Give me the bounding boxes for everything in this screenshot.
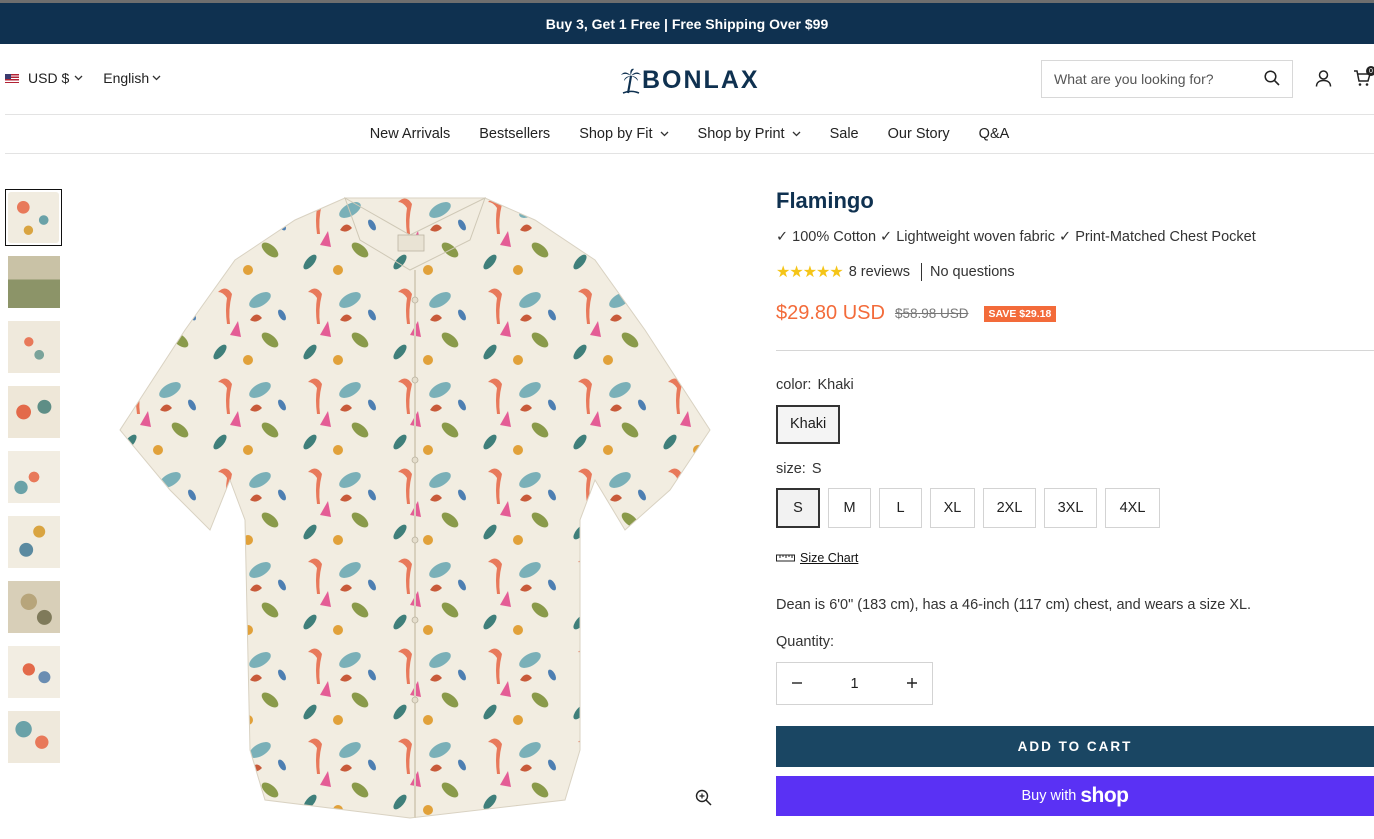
cart-count-badge: 0	[1366, 66, 1374, 76]
main-navigation: New Arrivals Bestsellers Shop by Fit Sho…	[5, 114, 1374, 154]
thumbnail-image[interactable]	[8, 516, 60, 568]
language-selector[interactable]: English	[103, 70, 161, 86]
product-info: Flamingo ✓ 100% Cotton ✓ Lightweight wov…	[776, 186, 1374, 816]
search-box	[1041, 60, 1293, 98]
buy-with-label: Buy with	[1021, 788, 1077, 804]
price-row: $29.80 USD $58.98 USD SAVE $29.18	[776, 302, 1374, 325]
add-to-cart-label: ADD TO CART	[1017, 739, 1133, 754]
star-icon: ★	[789, 264, 803, 281]
nav-item-label: Shop by Fit	[579, 126, 653, 142]
announcement-text: Buy 3, Get 1 Free | Free Shipping Over $…	[545, 15, 829, 32]
site-logo[interactable]: BONLAX	[621, 66, 760, 95]
size-option-xl[interactable]: XL	[930, 488, 975, 528]
sale-price: $29.80 USD	[776, 302, 885, 324]
palm-tree-icon	[621, 68, 641, 94]
thumbnail-image[interactable]	[8, 386, 60, 438]
size-option-s[interactable]: S	[776, 488, 820, 528]
nav-item-qa[interactable]: Q&A	[979, 126, 1010, 142]
color-selected-value: Khaki	[817, 377, 854, 393]
zoom-icon[interactable]	[695, 789, 712, 811]
save-badge: SAVE $29.18	[983, 305, 1057, 322]
size-option-4xl[interactable]: 4XL	[1105, 488, 1160, 528]
product-features: ✓ 100% Cotton ✓ Lightweight woven fabric…	[776, 229, 1256, 245]
thumbnail-image[interactable]	[8, 646, 60, 698]
star-icon: ★	[816, 264, 830, 281]
reviews-link[interactable]: 8 reviews	[849, 264, 910, 280]
star-icon: ★	[776, 264, 790, 281]
star-icon: ★	[802, 264, 817, 281]
currency-label: USD $	[28, 70, 70, 86]
nav-item-bestsellers[interactable]: Bestsellers	[479, 126, 550, 142]
size-label: size:	[776, 461, 806, 477]
product-title: Flamingo	[776, 188, 874, 213]
quantity-stepper: 1	[776, 662, 933, 705]
nav-item-new-arrivals[interactable]: New Arrivals	[370, 126, 451, 142]
fit-note: Dean is 6'0" (183 cm), has a 46-inch (11…	[776, 597, 1252, 613]
thumbnail-image[interactable]	[8, 581, 60, 633]
product-rating: ★ ★ ★ ★ ★ 8 reviews No questions	[776, 262, 1374, 282]
color-option-khaki[interactable]: Khaki	[776, 405, 841, 444]
compare-price: $58.98 USD	[894, 306, 969, 321]
language-label: English	[103, 70, 150, 86]
thumbnail-image[interactable]	[8, 711, 60, 763]
nav-item-label: Shop by Print	[697, 126, 785, 142]
nav-item-label: Our Story	[887, 126, 950, 142]
nav-item-label: Bestsellers	[479, 126, 551, 142]
shop-pay-logo: shop	[1080, 784, 1129, 807]
size-option-m[interactable]: M	[828, 488, 871, 528]
chevron-down-icon	[660, 129, 669, 139]
chevron-down-icon	[792, 129, 801, 139]
search-icon[interactable]	[1264, 69, 1280, 89]
thumbnail-image[interactable]	[8, 256, 60, 308]
logo-text: BONLAX	[642, 66, 760, 94]
rating-stars[interactable]: ★ ★ ★ ★ ★	[776, 262, 844, 282]
size-option-2xl[interactable]: 2XL	[983, 488, 1036, 528]
announcement-bar: Buy 3, Get 1 Free | Free Shipping Over $…	[0, 3, 1374, 44]
nav-item-sale[interactable]: Sale	[830, 126, 859, 142]
size-chart-label: Size Chart	[800, 551, 859, 565]
site-header: USD $ English BONLAX What are you lookin…	[0, 44, 1374, 114]
buy-with-shop-button[interactable]: Buy with shop	[776, 776, 1374, 816]
add-to-cart-button[interactable]: ADD TO CART	[776, 726, 1374, 767]
divider	[776, 350, 1374, 351]
thumbnail-image[interactable]	[5, 189, 62, 246]
nav-item-label: Sale	[829, 126, 859, 142]
plus-icon[interactable]	[906, 673, 918, 694]
nav-item-shop-by-print[interactable]: Shop by Print	[698, 126, 801, 142]
chevron-down-icon	[74, 73, 83, 83]
chevron-down-icon	[152, 73, 161, 83]
quantity-label: Quantity:	[776, 634, 835, 650]
minus-icon[interactable]	[791, 673, 803, 694]
thumbnail-image[interactable]	[8, 321, 60, 373]
thumbnail-gallery	[5, 189, 62, 776]
divider	[920, 263, 922, 281]
size-selected-value: S	[811, 461, 822, 477]
account-icon[interactable]	[1315, 70, 1332, 92]
nav-item-label: New Arrivals	[369, 126, 451, 142]
size-option-label: size: S	[776, 461, 1374, 477]
star-icon: ★	[829, 264, 843, 281]
size-chart-link[interactable]: Size Chart	[776, 551, 1374, 565]
nav-item-shop-by-fit[interactable]: Shop by Fit	[579, 126, 668, 142]
currency-selector[interactable]: USD $	[28, 70, 83, 86]
color-label: color:	[776, 377, 812, 393]
size-option-l[interactable]: L	[879, 488, 922, 528]
color-option-label: color: Khaki	[776, 377, 1374, 393]
quantity-input[interactable]: 1	[850, 676, 858, 692]
thumbnail-image[interactable]	[8, 451, 60, 503]
us-flag-icon	[5, 73, 19, 83]
questions-link[interactable]: No questions	[930, 264, 1015, 280]
locale-selector: USD $ English	[5, 70, 161, 86]
nav-item-our-story[interactable]: Our Story	[888, 126, 950, 142]
size-options: S M L XL 2XL 3XL 4XL	[776, 488, 1374, 528]
search-input[interactable]	[1054, 71, 1264, 87]
ruler-icon	[776, 554, 795, 562]
main-product-image[interactable]	[110, 190, 720, 830]
nav-item-label: Q&A	[978, 126, 1010, 142]
size-option-3xl[interactable]: 3XL	[1044, 488, 1097, 528]
